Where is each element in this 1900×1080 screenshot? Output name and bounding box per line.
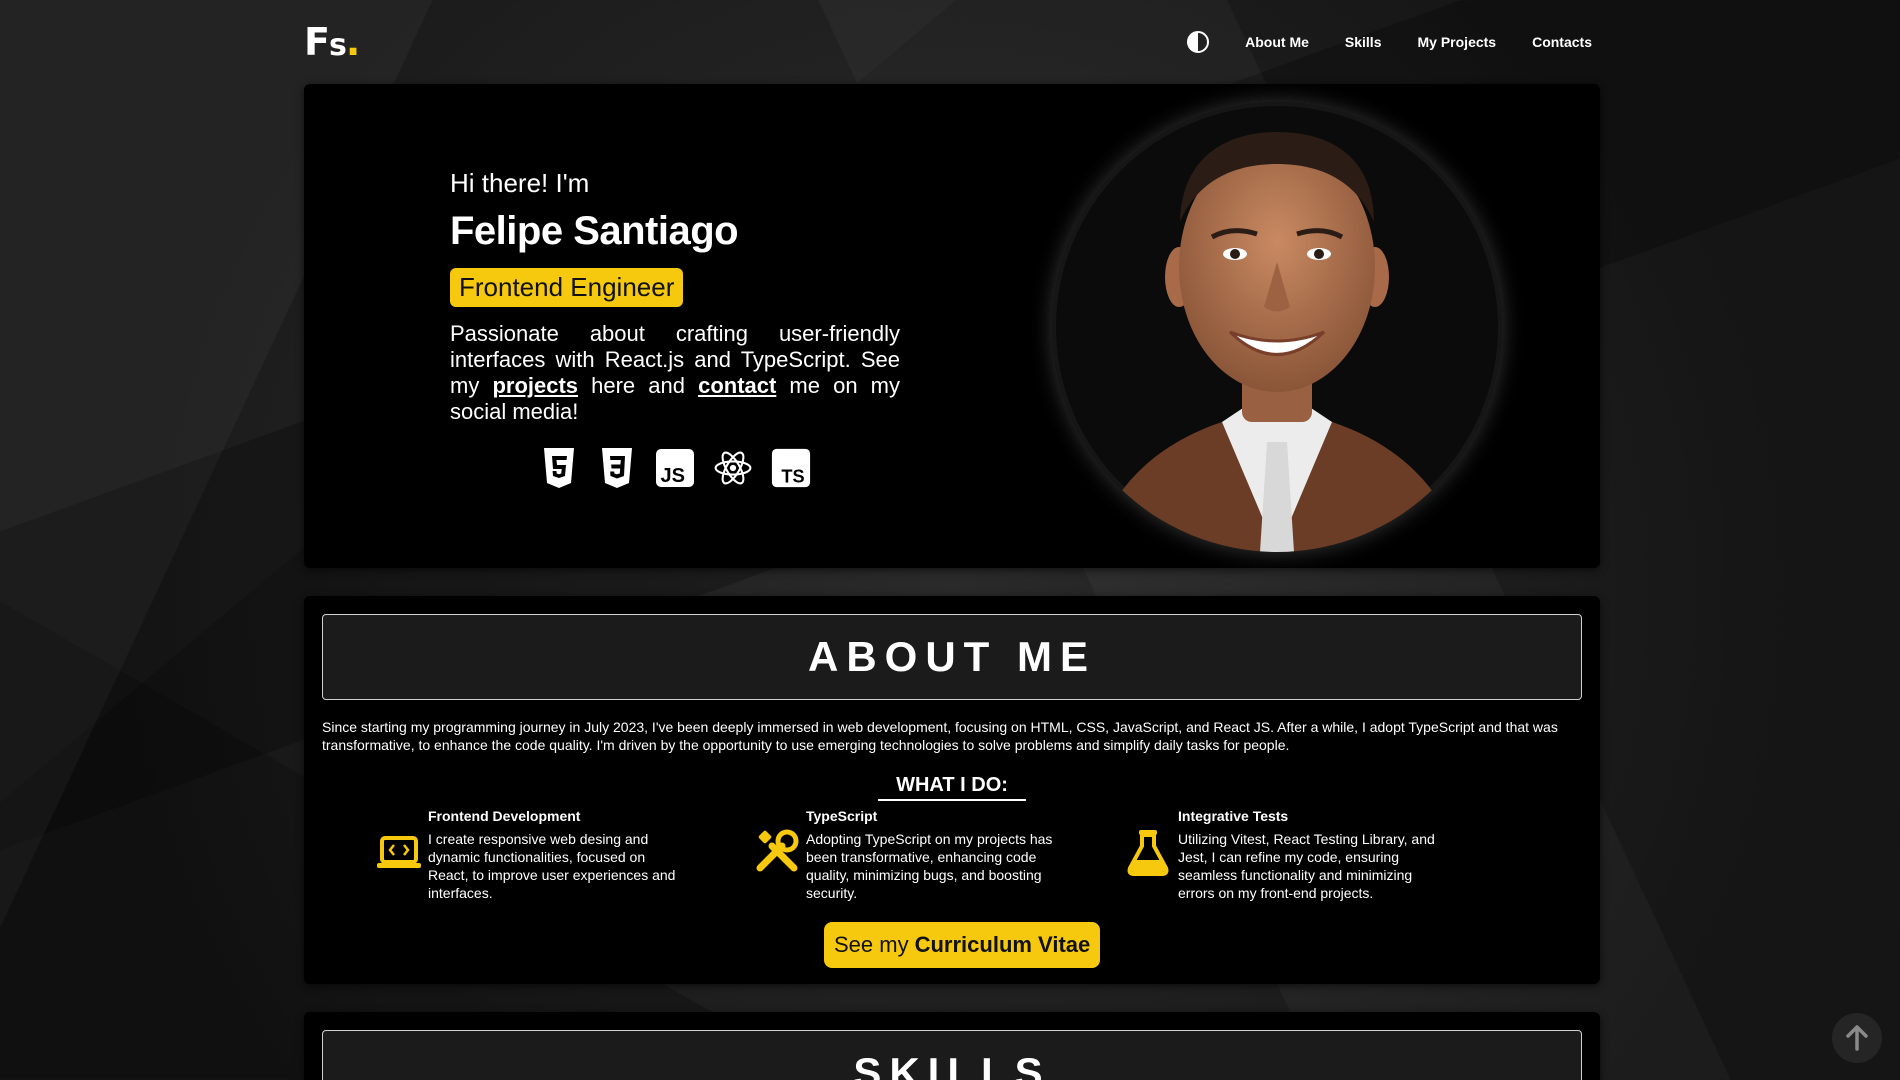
scroll-to-top-button[interactable] <box>1832 1013 1882 1063</box>
bio-text-2: here and <box>578 373 699 398</box>
curriculum-vitae-button[interactable]: See my Curriculum Vitae <box>824 922 1101 968</box>
hero-text: Hi there! I'm Felipe Santiago Frontend E… <box>450 168 900 489</box>
site-header: Fs. About Me Skills My Projects Contacts <box>304 20 1592 64</box>
logo-letter-s: s <box>328 28 347 63</box>
service-desc: Utilizing Vitest, React Testing Library,… <box>1178 831 1435 901</box>
site-logo[interactable]: Fs. <box>304 20 360 64</box>
hero-name: Felipe Santiago <box>450 209 739 253</box>
service-title: Frontend Development <box>428 808 581 824</box>
hero-section: Hi there! I'm Felipe Santiago Frontend E… <box>304 84 1600 568</box>
laptop-code-icon <box>376 828 421 872</box>
typescript-icon: TS <box>771 447 811 489</box>
service-desc: I create responsive web desing and dynam… <box>428 831 676 901</box>
nav-skills[interactable]: Skills <box>1345 34 1382 50</box>
cv-label: Curriculum Vitae <box>914 932 1091 957</box>
what-i-do-label: WHAT I DO: <box>878 774 1026 801</box>
flask-icon <box>1126 828 1170 876</box>
nav-contacts[interactable]: Contacts <box>1532 34 1592 50</box>
contact-link[interactable]: contact <box>698 373 776 398</box>
service-typescript: TypeScript Adopting TypeScript on my pro… <box>754 808 1064 902</box>
nav-about-me[interactable]: About Me <box>1245 34 1309 50</box>
javascript-icon: JS <box>655 447 695 489</box>
what-i-do-heading: WHAT I DO: <box>304 774 1600 801</box>
about-text: Since starting my programming journey in… <box>322 719 1558 753</box>
service-desc: Adopting TypeScript on my projects has b… <box>806 831 1053 901</box>
about-section: ABOUT ME Since starting my programming j… <box>304 596 1600 984</box>
hero-greeting: Hi there! I'm <box>450 168 590 198</box>
hero-bio: Passionate about crafting user-friendly … <box>450 321 900 425</box>
cv-prefix: See my <box>834 932 909 957</box>
service-frontend: Frontend Development I create responsive… <box>376 808 686 902</box>
projects-link[interactable]: projects <box>492 373 578 398</box>
nav-my-projects[interactable]: My Projects <box>1418 34 1497 50</box>
svg-text:TS: TS <box>781 467 804 487</box>
role-badge: Frontend Engineer <box>450 268 684 307</box>
service-tests: Integrative Tests Utilizing Vitest, Reac… <box>1126 808 1436 902</box>
theme-toggle-icon[interactable] <box>1187 31 1210 53</box>
tools-icon <box>754 828 799 872</box>
react-icon <box>713 447 753 489</box>
html5-icon <box>539 447 579 489</box>
css3-icon <box>597 447 637 489</box>
service-title: TypeScript <box>806 808 878 824</box>
skills-section: SKILLS <box>304 1012 1600 1080</box>
skills-title: SKILLS <box>322 1030 1582 1080</box>
arrow-up-icon <box>1846 1025 1868 1051</box>
about-title: ABOUT ME <box>322 614 1582 700</box>
main-nav: About Me Skills My Projects Contacts <box>1187 31 1592 53</box>
logo-dot: . <box>345 20 360 64</box>
service-title: Integrative Tests <box>1178 808 1289 824</box>
logo-letter-f: F <box>304 20 330 64</box>
tech-icons-row: JS TS <box>450 447 900 489</box>
profile-photo <box>1052 102 1502 552</box>
svg-text:JS: JS <box>661 465 685 487</box>
